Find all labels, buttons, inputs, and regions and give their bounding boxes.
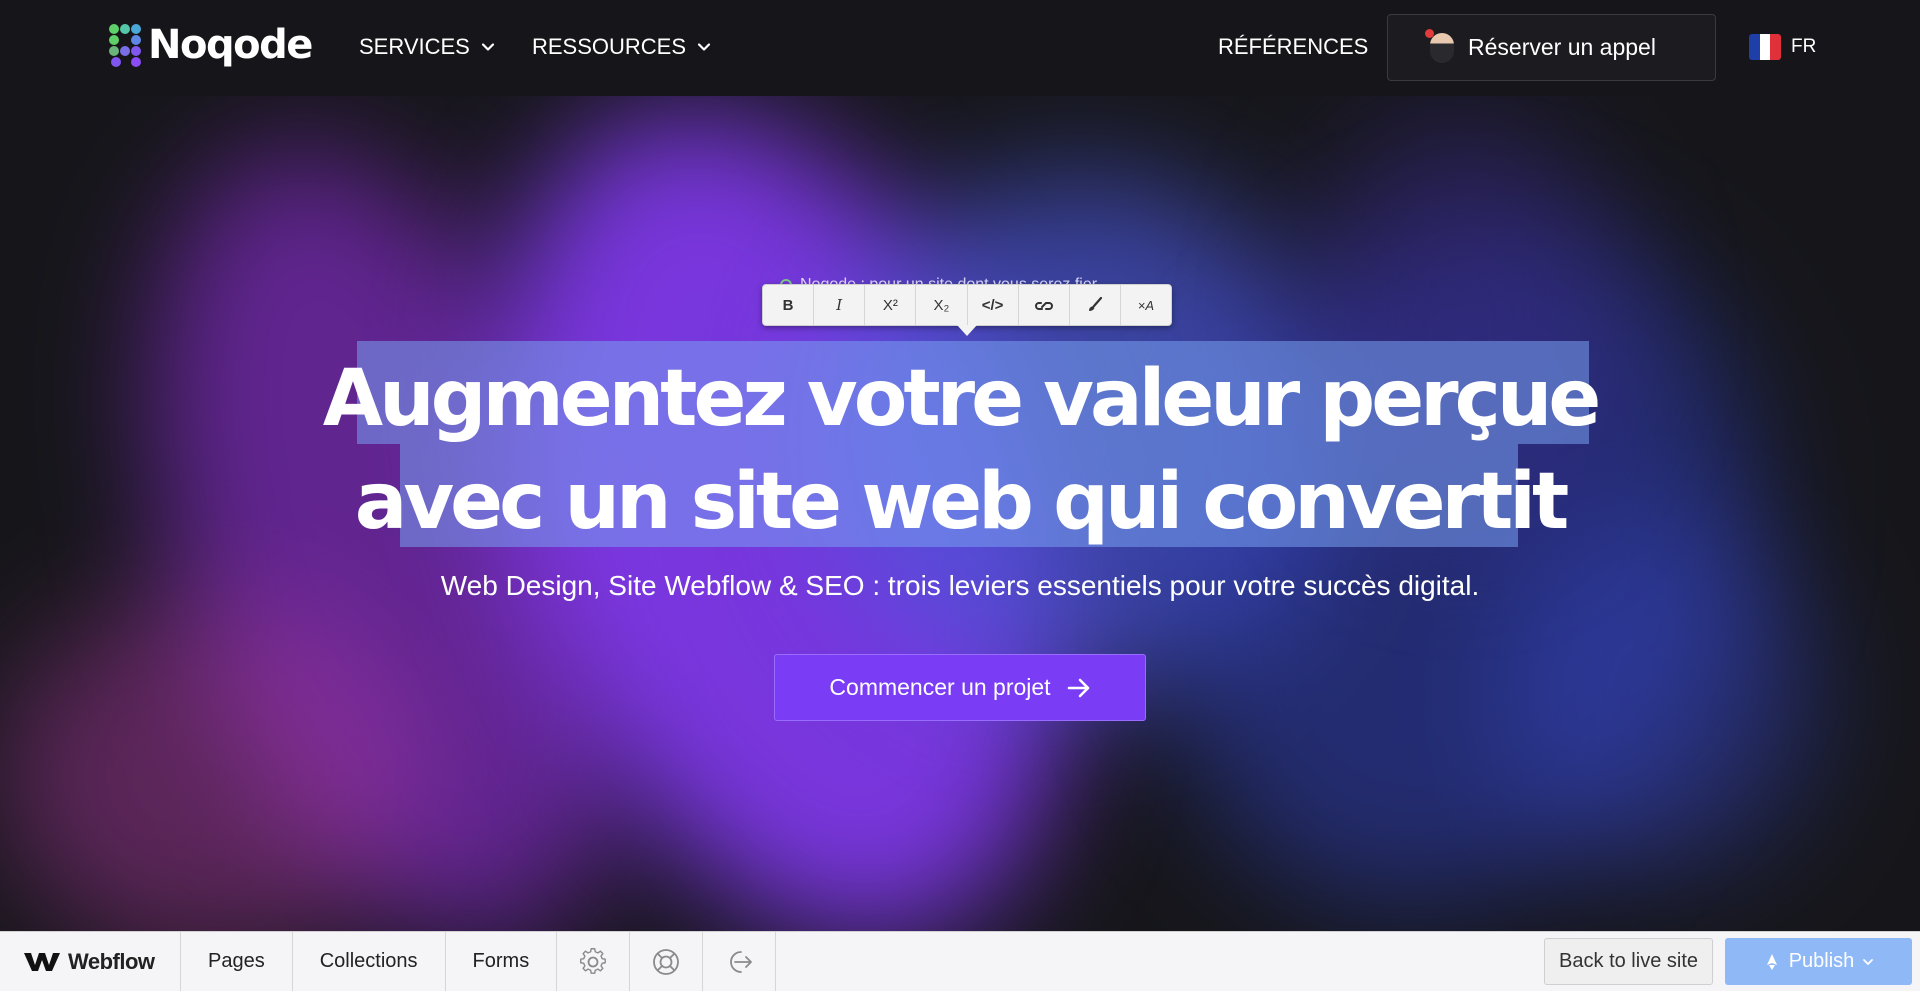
publish-button[interactable]: Publish <box>1725 938 1912 985</box>
headline-line-2: avec un site web qui convertit <box>354 457 1570 547</box>
gear-icon <box>580 947 607 974</box>
nav-references-label: RÉFÉRENCES <box>1218 34 1369 59</box>
rich-text-toolbar: B I X² X₂ </> ×A <box>762 284 1172 326</box>
back-label: Back to live site <box>1559 950 1698 972</box>
start-project-button[interactable]: Commencer un projet <box>774 654 1146 721</box>
webflow-bar-actions: Back to live site Publish <box>1544 932 1920 991</box>
language-switcher[interactable]: FR <box>1749 34 1816 60</box>
clear-format-icon: ×A <box>1137 297 1155 313</box>
webflow-editor-bar: Webflow Pages Collections Forms Back to … <box>0 931 1920 991</box>
book-call-label: Réserver un appel <box>1468 34 1656 60</box>
settings-button[interactable] <box>557 932 631 991</box>
start-project-label: Commencer un projet <box>829 674 1051 700</box>
nav-references[interactable]: RÉFÉRENCES <box>1218 34 1368 60</box>
help-button[interactable] <box>630 932 704 991</box>
italic-button[interactable]: I <box>814 285 866 325</box>
nav-services-label: SERVICES <box>359 34 470 59</box>
tab-pages[interactable]: Pages <box>181 932 293 991</box>
bold-icon: B <box>782 296 794 314</box>
lifebuoy-icon <box>653 948 680 975</box>
nav-ressources[interactable]: RESSOURCES <box>532 34 712 60</box>
hero-headline[interactable]: Augmentez votre valeur perçue avec un si… <box>0 348 1920 554</box>
noqode-logo-icon <box>109 24 141 67</box>
arrow-right-icon <box>1067 678 1089 697</box>
chevron-down-icon <box>481 43 494 51</box>
subscript-icon: X₂ <box>933 296 950 314</box>
tab-forms-label: Forms <box>472 950 530 972</box>
nav-services[interactable]: SERVICES <box>359 34 496 60</box>
webflow-brand[interactable]: Webflow <box>0 932 181 991</box>
hero-subheadline: Web Design, Site Webflow & SEO : trois l… <box>440 570 1480 601</box>
toolbar-caret <box>957 325 977 336</box>
webflow-logo-icon <box>24 952 60 971</box>
subscript-button[interactable]: X₂ <box>916 285 968 325</box>
tab-collections-label: Collections <box>319 950 418 972</box>
tab-collections[interactable]: Collections <box>293 932 446 991</box>
superscript-button[interactable]: X² <box>865 285 917 325</box>
tab-pages-label: Pages <box>208 950 265 972</box>
logout-button[interactable] <box>703 932 777 991</box>
superscript-icon: X² <box>882 296 898 314</box>
notification-dot <box>1425 28 1434 38</box>
clear-format-button[interactable]: ×A <box>1121 285 1171 325</box>
italic-icon: I <box>836 296 843 314</box>
logo-text: Noqode <box>148 22 313 68</box>
code-icon: </> <box>981 296 1004 314</box>
link-icon <box>1034 302 1053 310</box>
headline-line-1: Augmentez votre valeur perçue <box>322 354 1602 444</box>
publish-label: Publish <box>1788 950 1855 972</box>
language-label: FR <box>1791 36 1817 57</box>
site-header: Noqode SERVICES RESSOURCES RÉFÉRENCES Ré… <box>0 0 1920 96</box>
hero-section: Noqode : pour un site dont vous serez fi… <box>0 96 1920 931</box>
chevron-down-icon <box>1863 958 1874 965</box>
webflow-brand-label: Webflow <box>68 948 155 974</box>
brush-icon <box>1088 296 1102 311</box>
link-button[interactable] <box>1019 285 1070 325</box>
brush-button[interactable] <box>1070 285 1121 325</box>
bold-button[interactable]: B <box>763 285 815 325</box>
exit-icon <box>730 950 753 973</box>
rocket-icon <box>1766 953 1777 970</box>
code-button[interactable]: </> <box>968 285 1019 325</box>
logo[interactable]: Noqode <box>108 22 313 68</box>
france-flag-icon <box>1749 34 1781 60</box>
nav-ressources-label: RESSOURCES <box>532 34 687 59</box>
avatar <box>1425 28 1454 63</box>
chevron-down-icon <box>697 43 711 51</box>
back-to-live-site-button[interactable]: Back to live site <box>1544 938 1713 985</box>
book-call-button[interactable]: Réserver un appel <box>1387 14 1716 81</box>
tab-forms[interactable]: Forms <box>446 932 558 991</box>
